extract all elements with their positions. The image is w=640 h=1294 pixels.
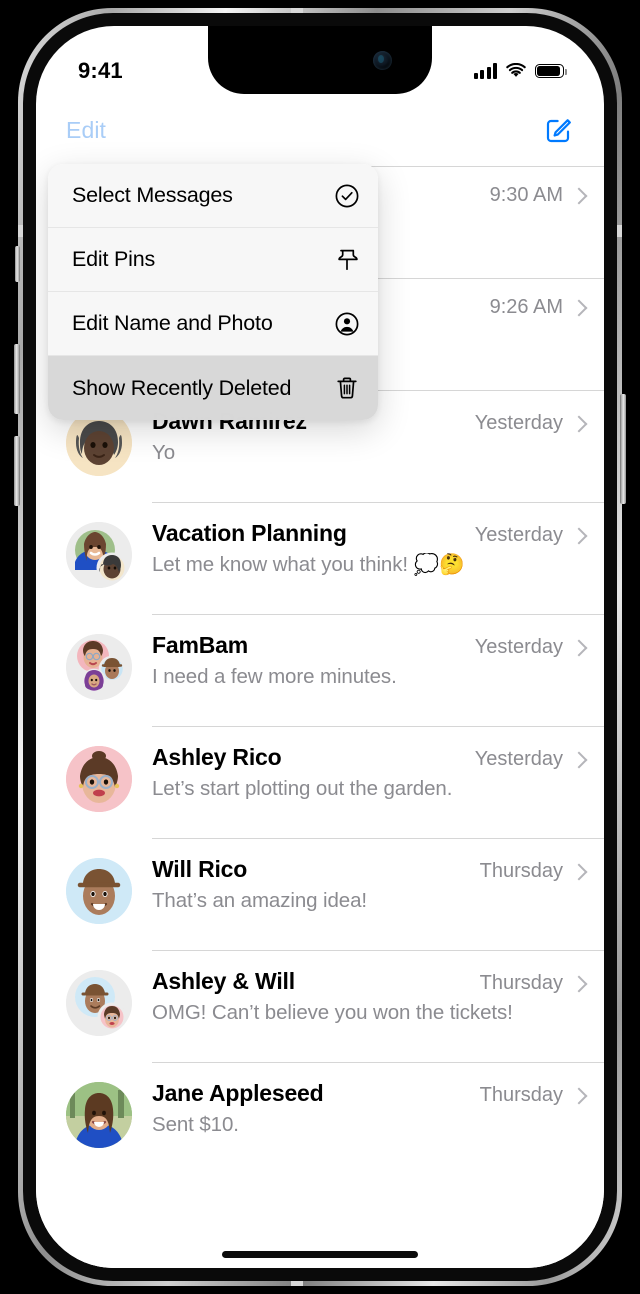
table-row[interactable]: Ashley Rico Yesterday Let’s start plotti… <box>36 726 604 838</box>
avatar <box>66 746 132 812</box>
menu-item-label: Edit Name and Photo <box>72 311 273 335</box>
conversation-name: Vacation Planning <box>152 520 347 546</box>
conversation-name: FamBam <box>152 632 248 658</box>
device-notch <box>208 26 432 94</box>
wifi-icon <box>506 63 526 77</box>
silent-switch-button[interactable] <box>15 246 20 282</box>
menu-item-show-recently-deleted[interactable]: Show Recently Deleted <box>48 356 378 420</box>
conversation-time: 9:30 AM <box>489 184 563 206</box>
chevron-right-icon <box>573 640 582 656</box>
chevron-right-icon <box>573 300 582 316</box>
menu-item-edit-name-and-photo[interactable]: Edit Name and Photo <box>48 292 378 356</box>
conversation-name: Ashley Rico <box>152 744 282 770</box>
cellular-signal-icon <box>473 63 497 79</box>
conversation-time: Yesterday <box>474 636 563 658</box>
conversation-preview: Yo <box>152 441 175 464</box>
trash-icon <box>334 375 360 401</box>
conversation-preview: Sent $10. <box>152 1113 239 1136</box>
conversation-preview: Let’s start plotting out the garden. <box>152 777 453 800</box>
chevron-right-icon <box>573 976 582 992</box>
battery-icon <box>535 64 567 78</box>
iphone-device-frame: 9:41 Edit 9:30 AM 9:26 AM Dawn Ramirez Y… <box>0 0 640 1294</box>
conversation-name: Will Rico <box>152 856 248 882</box>
pin-icon <box>334 247 360 273</box>
antenna-line-right <box>617 225 622 237</box>
table-row[interactable]: Will Rico Thursday That’s an amazing ide… <box>36 838 604 950</box>
compose-icon[interactable] <box>544 115 574 145</box>
conversation-preview: That’s an amazing idea! <box>152 889 367 912</box>
conversation-name: Ashley & Will <box>152 968 295 994</box>
avatar <box>66 970 132 1036</box>
table-row[interactable]: FamBam Yesterday I need a few more minut… <box>36 614 604 726</box>
antenna-line-top <box>291 8 303 13</box>
chevron-right-icon <box>573 752 582 768</box>
menu-item-edit-pins[interactable]: Edit Pins <box>48 228 378 292</box>
person-circle-icon <box>334 311 360 337</box>
menu-item-select-messages[interactable]: Select Messages <box>48 164 378 228</box>
conversation-time: Thursday <box>479 860 563 882</box>
volume-up-button[interactable] <box>14 344 20 414</box>
conversation-time: Thursday <box>479 972 563 994</box>
table-row[interactable]: Jane Appleseed Thursday Sent $10. <box>36 1062 604 1174</box>
list-bottom-mask <box>36 1230 604 1268</box>
conversation-preview: I need a few more minutes. <box>152 665 397 688</box>
phone-screen: 9:41 Edit 9:30 AM 9:26 AM Dawn Ramirez Y… <box>36 26 604 1268</box>
conversation-preview: OMG! Can’t believe you won the tickets! <box>152 1001 513 1024</box>
avatar <box>66 522 132 588</box>
status-bar-indicators <box>473 63 567 79</box>
menu-item-label: Edit Pins <box>72 247 156 271</box>
volume-down-button[interactable] <box>14 436 20 506</box>
table-row[interactable]: Vacation Planning Yesterday Let me know … <box>36 502 604 614</box>
menu-item-label: Select Messages <box>72 183 233 207</box>
chevron-right-icon <box>573 188 582 204</box>
chevron-right-icon <box>573 528 582 544</box>
context-menu[interactable]: Select Messages Edit Pins Edit Name and … <box>48 164 378 420</box>
chevron-right-icon <box>573 416 582 432</box>
chevron-right-icon <box>573 1088 582 1104</box>
front-camera-icon <box>373 51 392 70</box>
conversation-time: Yesterday <box>474 412 563 434</box>
conversation-time: 9:26 AM <box>489 296 563 318</box>
status-bar-time: 9:41 <box>78 58 123 83</box>
avatar <box>66 858 132 924</box>
antenna-line-left <box>18 225 23 237</box>
checkmark-circle-icon <box>334 183 360 209</box>
conversation-time: Yesterday <box>474 748 563 770</box>
conversation-time: Thursday <box>479 1084 563 1106</box>
navigation-bar: Edit <box>36 94 604 166</box>
power-button[interactable] <box>620 394 626 504</box>
avatar <box>66 1082 132 1148</box>
table-row[interactable]: Ashley & Will Thursday OMG! Can’t believ… <box>36 950 604 1062</box>
avatar <box>66 634 132 700</box>
conversation-time: Yesterday <box>474 524 563 546</box>
menu-item-label: Show Recently Deleted <box>72 375 292 400</box>
chevron-right-icon <box>573 864 582 880</box>
conversation-preview: Let me know what you think! 💭🤔 <box>152 553 465 576</box>
conversation-name: Jane Appleseed <box>152 1080 324 1106</box>
antenna-line-bottom <box>291 1281 303 1286</box>
home-indicator[interactable] <box>222 1251 418 1258</box>
edit-button[interactable]: Edit <box>66 117 106 144</box>
